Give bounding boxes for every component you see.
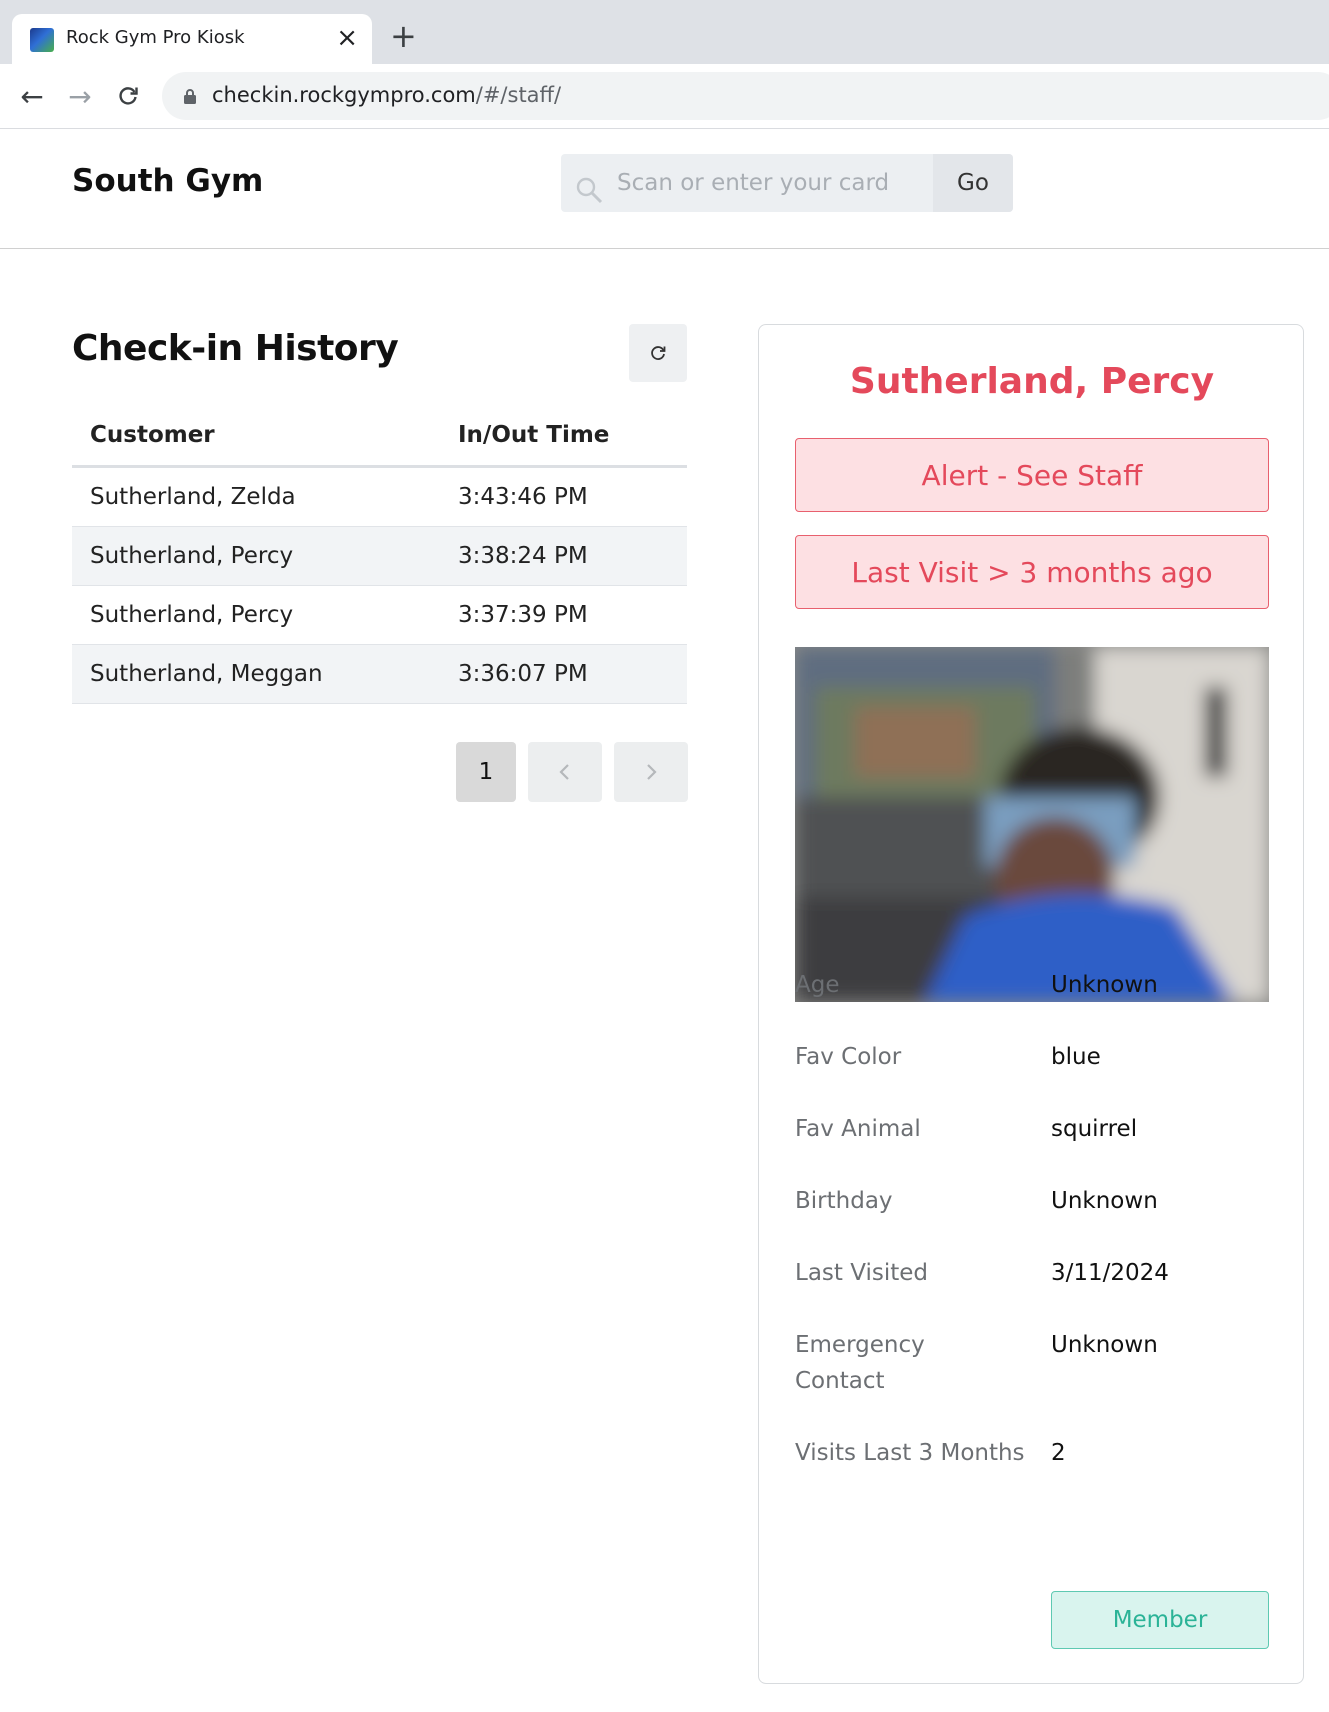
tab-title: Rock Gym Pro Kiosk [66, 27, 245, 48]
next-page-button[interactable] [614, 742, 688, 802]
chevron-right-icon [647, 764, 657, 780]
card-search-input[interactable] [617, 154, 917, 212]
browser-tabstrip: Rock Gym Pro Kiosk × + [0, 0, 1329, 64]
new-tab-plus-icon[interactable]: + [390, 18, 417, 54]
refresh-button[interactable] [629, 324, 687, 382]
column-header-time: In/Out Time [440, 405, 687, 468]
browser-toolbar: ← → checkin.rockgympro.com/#/staff/ [0, 64, 1329, 129]
chevron-left-icon [559, 764, 569, 780]
alert-last-visit: Last Visit > 3 months ago [795, 535, 1269, 609]
table-row[interactable]: Sutherland, Percy 3:37:39 PM [72, 585, 687, 645]
page-1-button[interactable]: 1 [456, 742, 516, 802]
url-path: /#/staff/ [475, 83, 562, 107]
url-text: checkin.rockgympro.com/#/staff/ [212, 83, 561, 107]
rock-gym-favicon-icon [30, 28, 54, 52]
column-header-customer: Customer [72, 405, 440, 468]
detail-label: Birthday [795, 1188, 893, 1214]
customer-cell: Sutherland, Percy [72, 526, 440, 586]
detail-label: Fav Animal [795, 1116, 921, 1142]
detail-value: Unknown [1051, 972, 1158, 998]
check-in-history-title: Check-in History [72, 328, 399, 369]
customer-card: Sutherland, Percy Alert - See Staff Last… [758, 324, 1304, 1684]
customer-photo [795, 647, 1269, 1002]
detail-label: Emergency Contact [795, 1332, 925, 1394]
check-in-history-table: Customer In/Out Time Sutherland, Zelda 3… [72, 405, 687, 704]
detail-label: Age [795, 972, 840, 998]
time-cell: 3:36:07 PM [440, 644, 687, 704]
table-row[interactable]: Sutherland, Meggan 3:36:07 PM [72, 644, 687, 704]
search-icon [576, 177, 603, 204]
table-row[interactable]: Sutherland, Percy 3:38:24 PM [72, 526, 687, 586]
previous-page-button[interactable] [528, 742, 602, 802]
alert-see-staff: Alert - See Staff [795, 438, 1269, 512]
detail-label: Fav Color [795, 1044, 902, 1070]
detail-value: 2 [1051, 1440, 1066, 1466]
lock-icon [184, 89, 196, 104]
customer-cell: Sutherland, Percy [72, 585, 440, 645]
customer-cell: Sutherland, Zelda [72, 466, 440, 527]
table-row[interactable]: Sutherland, Zelda 3:43:46 PM [72, 466, 687, 527]
reload-icon[interactable] [108, 76, 148, 116]
go-button[interactable]: Go [933, 154, 1013, 212]
browser-tab[interactable]: Rock Gym Pro Kiosk × [12, 14, 372, 64]
card-search: Go [561, 154, 1013, 212]
detail-label: Visits Last 3 Months [795, 1440, 1025, 1466]
detail-value: blue [1051, 1044, 1101, 1070]
detail-value: 3/11/2024 [1051, 1260, 1169, 1286]
time-cell: 3:38:24 PM [440, 526, 687, 586]
back-arrow-icon[interactable]: ← [12, 76, 52, 116]
detail-value: Unknown [1051, 1188, 1158, 1214]
close-icon[interactable]: × [336, 22, 358, 54]
url-host: checkin.rockgympro.com [212, 83, 476, 107]
detail-value: squirrel [1051, 1116, 1138, 1142]
app-header: South Gym Go [0, 129, 1329, 249]
table-header-row: Customer In/Out Time [72, 405, 687, 468]
forward-arrow-icon[interactable]: → [60, 76, 100, 116]
time-cell: 3:43:46 PM [440, 466, 687, 527]
refresh-icon [651, 346, 666, 360]
address-bar[interactable]: checkin.rockgympro.com/#/staff/ [162, 72, 1329, 120]
time-cell: 3:37:39 PM [440, 585, 687, 645]
detail-label: Last Visited [795, 1260, 928, 1286]
customer-cell: Sutherland, Meggan [72, 644, 440, 704]
customer-name: Sutherland, Percy [849, 361, 1215, 402]
member-button[interactable]: Member [1051, 1591, 1269, 1649]
detail-value: Unknown [1051, 1332, 1158, 1358]
gym-name: South Gym [72, 163, 264, 199]
